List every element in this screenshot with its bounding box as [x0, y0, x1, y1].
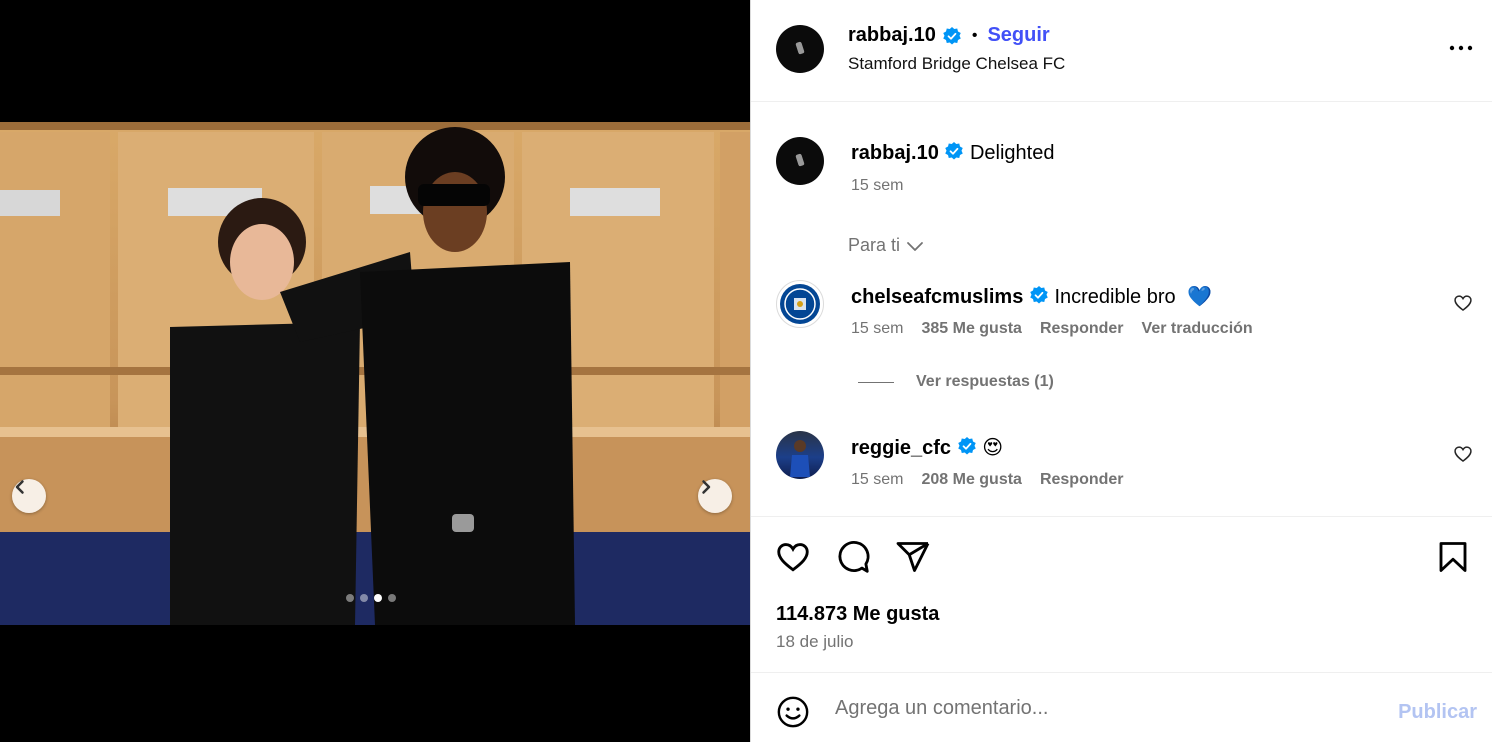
post-actions: 114.873 Me gusta 18 de julio — [751, 516, 1492, 672]
replies-divider-line — [858, 381, 894, 383]
add-comment-bar: Publicar — [751, 672, 1492, 742]
publish-button[interactable]: Publicar — [1398, 701, 1477, 724]
chevron-right-icon — [702, 480, 711, 494]
more-options-icon — [1449, 45, 1473, 51]
previous-image-button[interactable] — [12, 479, 46, 513]
verified-badge-icon — [945, 142, 964, 160]
comment-text: Incredible bro — [1054, 286, 1176, 308]
heart-icon — [1454, 295, 1472, 312]
emoji-picker-button[interactable] — [776, 695, 810, 734]
chelsea-crest-icon — [780, 284, 820, 324]
comments-filter-dropdown[interactable]: Para ti — [848, 235, 924, 256]
comment-like-button[interactable] — [1453, 293, 1473, 318]
view-replies-button[interactable]: Ver respuestas (1) — [858, 373, 1054, 391]
reply-button[interactable]: Responder — [1040, 320, 1124, 338]
carousel-dot — [346, 594, 354, 602]
share-icon — [896, 542, 930, 572]
reply-button[interactable]: Responder — [1040, 471, 1124, 489]
comments-filter-label: Para ti — [848, 235, 901, 255]
bookmark-icon — [1439, 542, 1467, 572]
carousel-dot — [388, 594, 396, 602]
comment-emoji: 💙 — [1187, 286, 1213, 308]
more-options-button[interactable] — [1449, 36, 1473, 65]
carousel-indicator — [346, 594, 396, 602]
separator-dot: • — [971, 26, 978, 44]
photo-illustration — [0, 122, 750, 625]
post-header: rabbaj.10 • Seguir Stamford Bridge Chels… — [751, 0, 1492, 102]
translate-button[interactable]: Ver traducción — [1142, 320, 1253, 338]
heart-icon — [1454, 446, 1472, 463]
comment-icon — [838, 540, 870, 573]
post-side-panel: rabbaj.10 • Seguir Stamford Bridge Chels… — [750, 0, 1492, 742]
player-photo-icon — [790, 440, 810, 477]
comment-time[interactable]: 15 sem — [851, 471, 903, 489]
post-photo — [0, 122, 750, 625]
share-button[interactable] — [895, 539, 931, 580]
post-date[interactable]: 18 de julio — [776, 632, 854, 652]
commenter-avatar[interactable] — [776, 280, 824, 328]
author-username[interactable]: rabbaj.10 — [848, 24, 936, 47]
heart-icon — [777, 543, 809, 572]
verified-badge-icon — [1030, 286, 1048, 304]
media-pane — [0, 0, 750, 742]
post-location[interactable]: Stamford Bridge Chelsea FC — [848, 54, 1065, 74]
carousel-dot — [360, 594, 368, 602]
comment-input[interactable] — [835, 693, 1375, 723]
comment-item: reggie_cfc 😍 15 sem 208 Me gusta Respond… — [751, 429, 1492, 519]
chevron-down-icon — [907, 241, 923, 251]
comment-like-button[interactable] — [1453, 444, 1473, 469]
comment-button[interactable] — [835, 539, 871, 580]
carousel-dot-active — [374, 594, 382, 602]
caption-time[interactable]: 15 sem — [851, 177, 903, 195]
verified-badge-icon — [957, 437, 976, 455]
commenter-username[interactable]: chelseafcmuslims — [851, 286, 1023, 308]
verified-badge-icon — [943, 26, 961, 44]
comment-emoji: 😍 — [982, 437, 1004, 459]
view-replies-label: Ver respuestas (1) — [916, 373, 1054, 390]
emoji-icon — [777, 696, 809, 728]
chevron-left-icon — [15, 480, 24, 494]
comment-time[interactable]: 15 sem — [851, 320, 903, 338]
comment-item: chelseafcmuslims Incredible bro 💙 15 sem… — [751, 278, 1492, 368]
commenter-username[interactable]: reggie_cfc — [851, 437, 951, 459]
likes-count[interactable]: 114.873 Me gusta — [776, 603, 939, 626]
save-button[interactable] — [1435, 539, 1471, 580]
author-avatar[interactable] — [776, 25, 824, 73]
author-avatar[interactable] — [776, 137, 824, 185]
caption-username[interactable]: rabbaj.10 — [851, 142, 939, 164]
comment-likes[interactable]: 208 Me gusta — [921, 471, 1021, 489]
caption-text: Delighted — [969, 142, 1055, 164]
commenter-avatar[interactable] — [776, 431, 824, 479]
next-image-button[interactable] — [698, 479, 732, 513]
follow-button[interactable]: Seguir — [987, 24, 1049, 47]
like-button[interactable] — [775, 539, 811, 580]
comment-likes[interactable]: 385 Me gusta — [921, 320, 1021, 338]
